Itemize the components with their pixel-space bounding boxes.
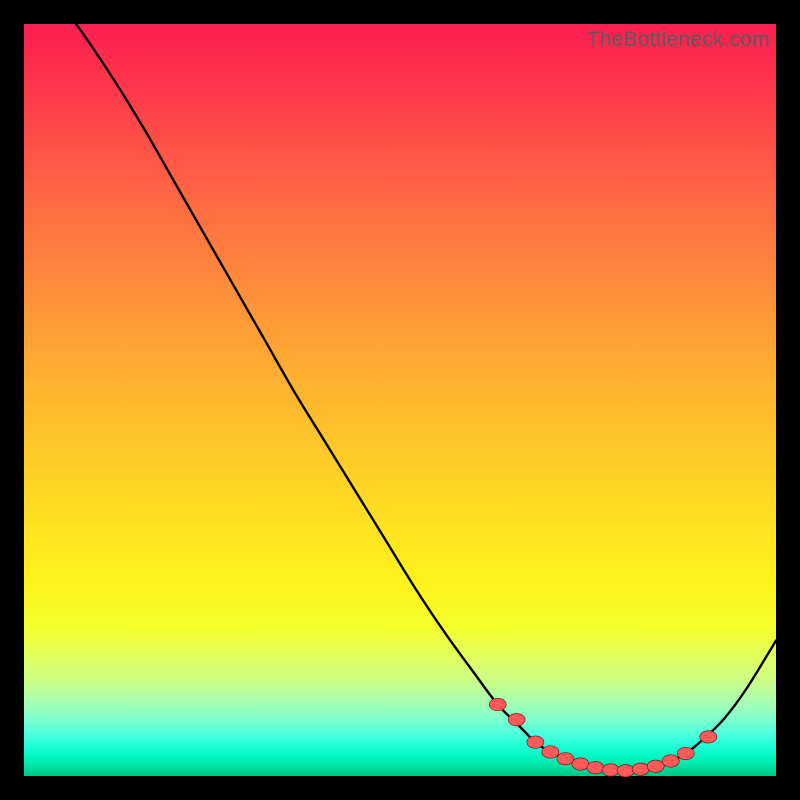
curve-marker (602, 764, 619, 776)
curve-marker (557, 753, 574, 765)
curve-marker (489, 698, 506, 710)
curve-marker (677, 747, 694, 759)
chart-svg (24, 24, 776, 776)
curve-marker (617, 765, 634, 777)
curve-marker (632, 763, 649, 775)
curve-marker (647, 760, 664, 772)
curve-marker (542, 746, 559, 758)
curve-marker (587, 762, 604, 774)
curve-marker (508, 713, 525, 725)
curve-markers (489, 698, 717, 777)
plot-area: TheBottleneck.com (24, 24, 776, 776)
chart-stage: TheBottleneck.com (0, 0, 800, 800)
bottleneck-curve (24, 0, 776, 771)
curve-marker (527, 736, 544, 748)
curve-marker (662, 755, 679, 767)
curve-marker (572, 758, 589, 770)
curve-marker (700, 731, 717, 743)
